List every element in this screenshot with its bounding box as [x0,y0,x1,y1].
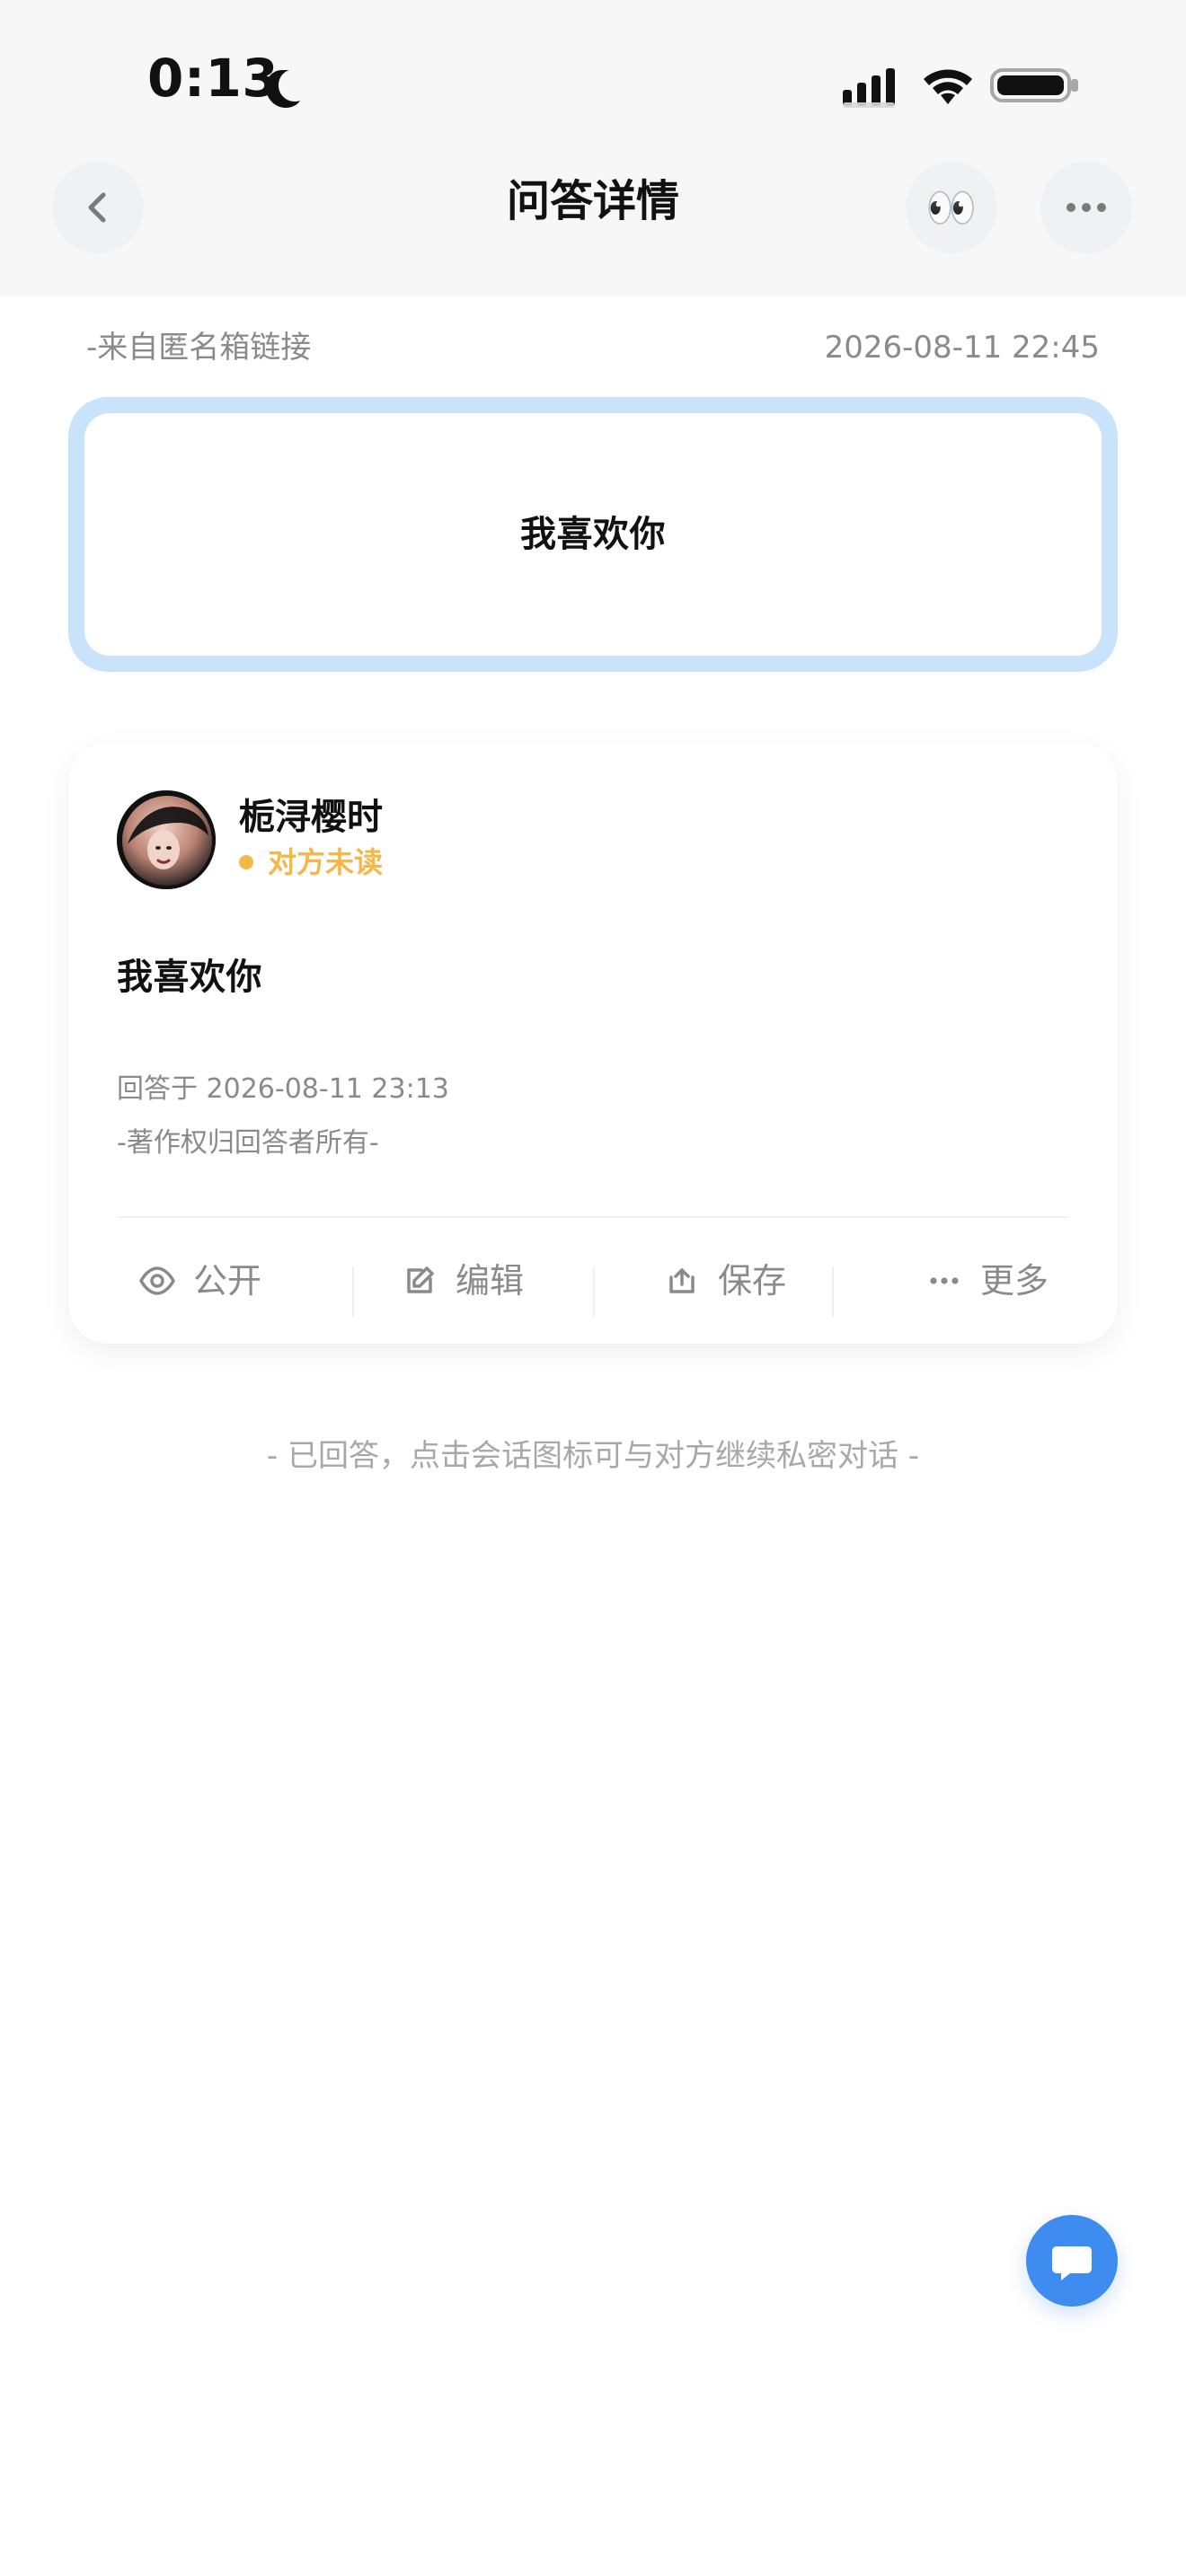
question-card: 我喜欢你 [68,397,1118,672]
more-button[interactable] [1040,162,1132,253]
answer-card: 栀浔樱时 对方未读 我喜欢你 回答于 2026-08-11 23:13 -著作权… [68,742,1118,1344]
cellular-signal-icon [843,68,895,108]
status-bar: 0:13 [0,0,1186,171]
copyright-note: -著作权归回答者所有- [117,1127,379,1159]
wifi-icon [924,69,972,104]
unread-dot-icon [239,855,253,869]
answered-hint: - 已回答，点击会话图标可与对方继续私密对话 - [266,1438,920,1474]
status-time: 0:13 [147,48,279,109]
question-timestamp: 2026-08-11 22:45 [824,330,1100,366]
question-meta: -来自匿名箱链接 2026-08-11 22:45 [0,323,1186,372]
action-public[interactable]: 公开 [68,1218,331,1344]
more-dots-icon [930,1277,959,1284]
action-edit[interactable]: 编辑 [331,1218,593,1344]
top-area: 0:13 问答详情 👀 [0,0,1186,296]
read-status: 对方未读 [239,848,383,877]
action-save[interactable]: 保存 [593,1218,855,1344]
eye-icon [139,1266,175,1295]
question-text: 我喜欢你 [520,514,666,555]
read-status-text: 对方未读 [268,845,384,879]
navigation-bar: 问答详情 👀 [0,153,1186,296]
action-more-label: 更多 [979,1261,1049,1301]
eyes-emoji-icon: 👀 [925,183,978,232]
avatar[interactable] [117,790,216,889]
action-public-label: 公开 [192,1261,261,1301]
eyes-button[interactable]: 👀 [906,162,997,253]
avatar-image [117,790,216,889]
chat-fab-button[interactable] [1026,2215,1118,2307]
edit-icon [407,1266,434,1293]
battery-icon [990,68,1078,102]
answer-text: 我喜欢你 [117,957,262,998]
question-inner: 我喜欢你 [84,413,1102,656]
page-title: 问答详情 [506,176,679,226]
more-dots-icon [1067,203,1106,212]
answered-at: 回答于 2026-08-11 23:13 [117,1073,449,1105]
action-edit-label: 编辑 [455,1261,524,1301]
action-more[interactable]: 更多 [855,1218,1118,1344]
moon-icon [266,70,300,108]
action-save-label: 保存 [717,1261,786,1301]
question-source: -来自匿名箱链接 [86,330,312,366]
answer-actions: 公开 编辑 保存 更多 [68,1218,1118,1344]
chat-bubble-icon [1052,2246,1092,2280]
save-icon [669,1268,695,1293]
answerer-name: 栀浔樱时 [239,797,383,838]
